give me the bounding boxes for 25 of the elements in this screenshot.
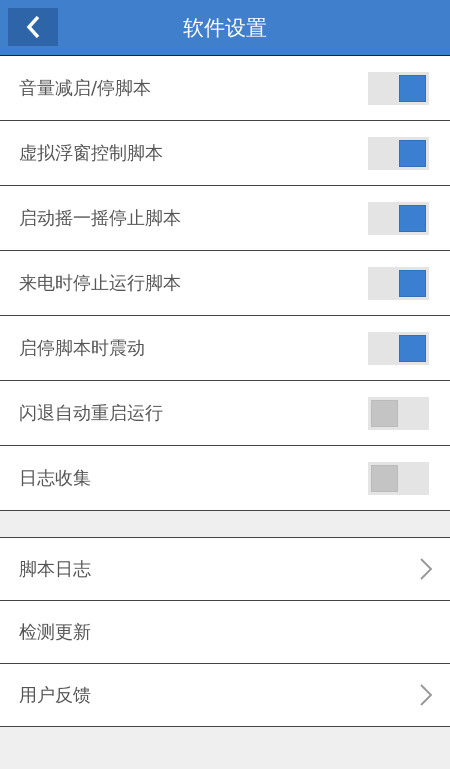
back-icon (26, 15, 40, 39)
chevron-icon (420, 684, 432, 706)
setting-label: 闪退自动重启运行 (19, 402, 163, 425)
toggle-switch[interactable] (368, 332, 429, 364)
menu-item[interactable]: 用户反馈 (0, 664, 450, 727)
toggle-switch[interactable] (368, 266, 429, 300)
page-title: 软件设置 (183, 14, 267, 42)
menu-label: 检测更新 (19, 621, 91, 644)
toggle-switch[interactable] (368, 136, 429, 170)
setting-label: 来电时停止运行脚本 (19, 272, 181, 295)
setting-label: 启停脚本时震动 (19, 337, 145, 360)
back-button[interactable] (8, 8, 58, 46)
menu-item[interactable]: 检测更新 (0, 601, 450, 664)
menu-item[interactable]: 脚本日志 (0, 538, 450, 601)
setting-label: 虚拟浮窗控制脚本 (19, 142, 163, 165)
menu-label: 脚本日志 (19, 558, 91, 581)
toggle-switch[interactable] (368, 72, 429, 104)
menu-label: 用户反馈 (19, 684, 91, 707)
toggle-switch[interactable] (368, 396, 429, 430)
setting-label: 日志收集 (19, 467, 91, 490)
toggle-switch[interactable] (368, 462, 429, 494)
setting-label: 音量减启/停脚本 (19, 77, 152, 100)
chevron-icon (420, 558, 432, 580)
toggle-switch[interactable] (368, 202, 429, 234)
setting-label: 启动摇一摇停止脚本 (19, 207, 181, 230)
